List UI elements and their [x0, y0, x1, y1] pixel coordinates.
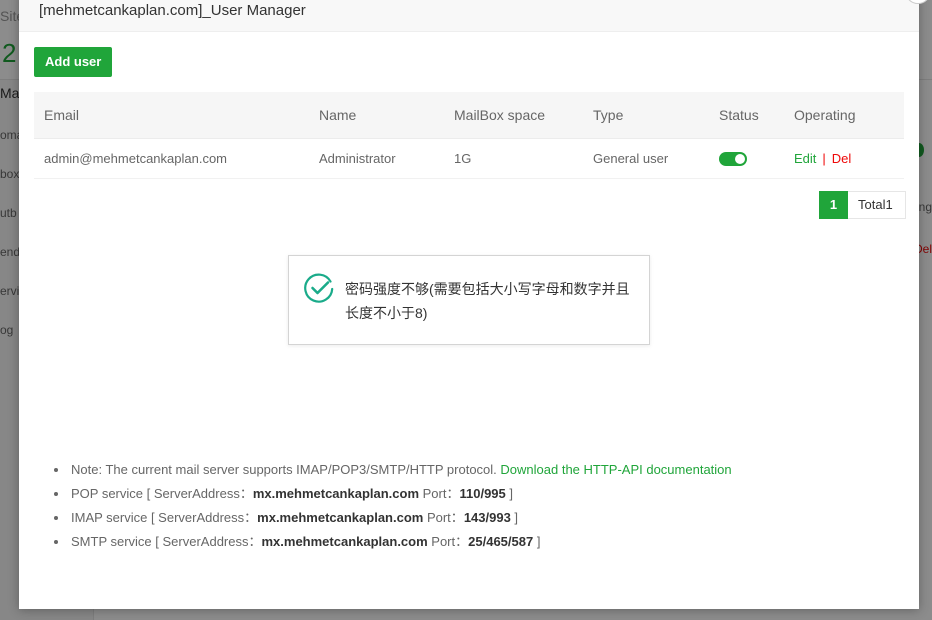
column-header-operating: Operating: [784, 92, 904, 139]
cell-name: Administrator: [309, 138, 444, 179]
note-item: Note: The current mail server supports I…: [54, 458, 732, 482]
table-row: admin@mehmetcankaplan.com Administrator …: [34, 138, 904, 179]
pop-service-item: POP service [ ServerAddress：mx.mehmetcan…: [54, 482, 732, 506]
imap-port: 143/993: [463, 510, 511, 525]
smtp-label: SMTP service [ ServerAddress：: [71, 534, 262, 549]
operating-separator: |: [822, 150, 826, 166]
column-header-name: Name: [309, 92, 444, 139]
smtp-port: 25/465/587: [468, 534, 534, 549]
http-api-doc-link[interactable]: Download the HTTP-API documentation: [500, 462, 731, 477]
user-table: Email Name MailBox space Type Status Ope…: [34, 92, 904, 179]
cell-mailbox: 1G: [444, 138, 583, 179]
smtp-end: ]: [533, 534, 541, 549]
pop-address: mx.mehmetcankaplan.com: [252, 486, 420, 501]
server-notes: Note: The current mail server supports I…: [54, 458, 732, 554]
toast-message: 密码强度不够(需要包括大小写字母和数字并且长度不小于8): [345, 281, 630, 321]
imap-label: IMAP service [ ServerAddress：: [71, 510, 258, 525]
modal-title: [mehmetcankaplan.com]_User Manager: [39, 2, 306, 19]
smtp-service-item: SMTP service [ ServerAddress：mx.mehmetca…: [54, 530, 732, 554]
column-header-email: Email: [34, 92, 309, 139]
edit-link[interactable]: Edit: [794, 151, 816, 166]
imap-service-item: IMAP service [ ServerAddress：mx.mehmetca…: [54, 506, 732, 530]
pagination-current-page[interactable]: 1: [819, 191, 848, 219]
user-manager-modal: [mehmetcankaplan.com]_User Manager × Add…: [19, 0, 931, 609]
pop-label: POP service [ ServerAddress：: [71, 486, 253, 501]
column-header-type: Type: [583, 92, 709, 139]
delete-link[interactable]: Del: [832, 151, 852, 166]
imap-end: ]: [510, 510, 519, 525]
check-circle-icon: [304, 273, 334, 303]
toggle-knob: [735, 153, 745, 164]
note-text: Note: The current mail server supports I…: [71, 462, 497, 477]
pop-port-label: Port：: [419, 486, 460, 501]
pagination-total: Total1: [848, 191, 906, 219]
cell-status: [709, 138, 784, 179]
imap-address: mx.mehmetcankaplan.com: [257, 510, 424, 525]
cell-type: General user: [583, 138, 709, 179]
smtp-port-label: Port：: [427, 534, 469, 549]
table-header-row: Email Name MailBox space Type Status Ope…: [34, 92, 904, 139]
pop-port: 110/995: [459, 486, 506, 501]
column-header-status: Status: [709, 92, 784, 139]
cell-email: admin@mehmetcankaplan.com: [34, 138, 309, 179]
column-header-mailbox: MailBox space: [444, 92, 583, 139]
imap-port-label: Port：: [423, 510, 464, 525]
cell-operating: Edit | Del: [784, 138, 904, 179]
message-toast: 密码强度不够(需要包括大小写字母和数字并且长度不小于8): [288, 255, 650, 345]
status-toggle[interactable]: [719, 151, 747, 166]
add-user-button[interactable]: Add user: [34, 47, 113, 77]
modal-header: [mehmetcankaplan.com]_User Manager: [19, 0, 919, 32]
pagination: 1 Total1: [819, 191, 906, 219]
smtp-address: mx.mehmetcankaplan.com: [261, 534, 428, 549]
pop-end: ]: [505, 486, 513, 501]
